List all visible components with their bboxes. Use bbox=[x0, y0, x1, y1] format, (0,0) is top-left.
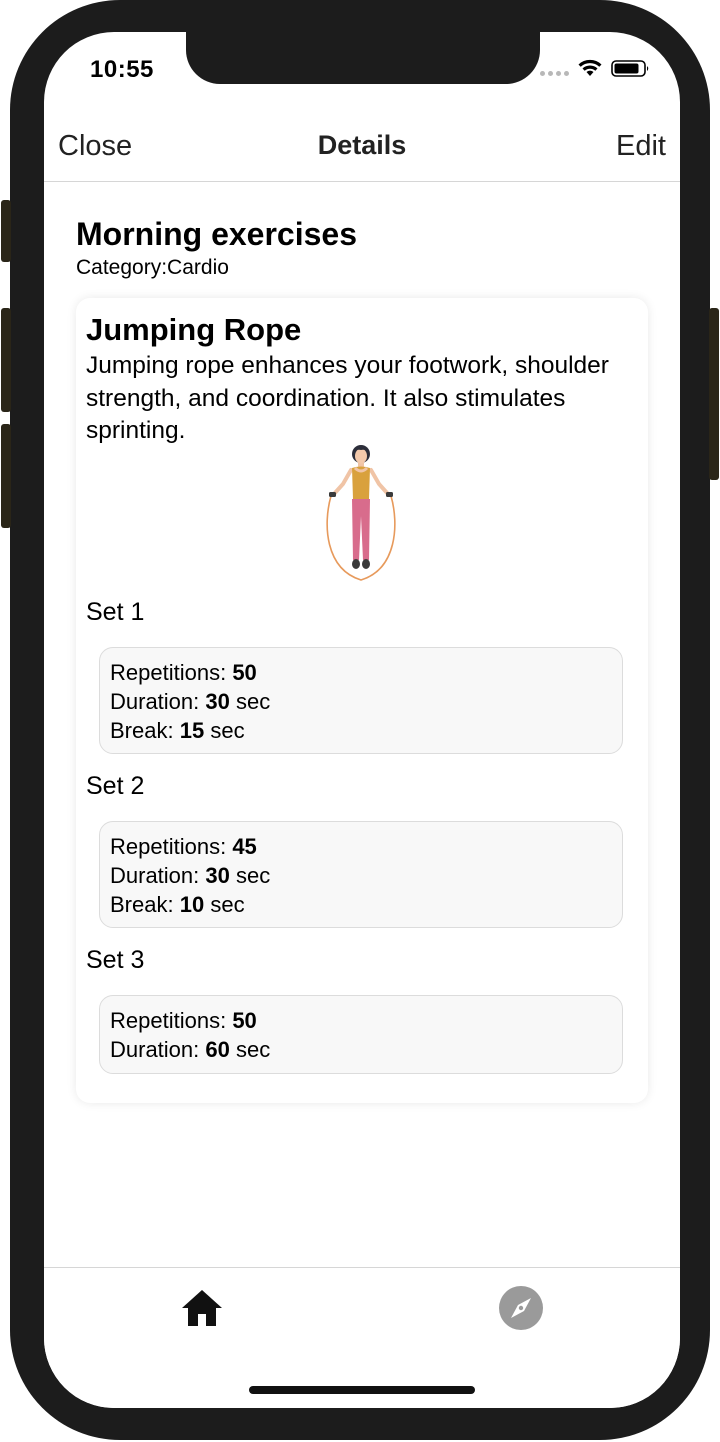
repetitions-row: Repetitions: 50 bbox=[110, 1008, 257, 1033]
duration-row: Duration: 60 sec bbox=[110, 1037, 271, 1062]
duration-row: Duration: 30 sec bbox=[110, 689, 271, 714]
home-icon[interactable] bbox=[180, 1288, 224, 1328]
duration-value: 30 bbox=[205, 863, 230, 888]
set-label: Set 2 bbox=[86, 772, 145, 800]
cellular-signal-icon bbox=[540, 58, 569, 78]
workout-category: Category:Cardio bbox=[76, 256, 229, 280]
page-title: Details bbox=[317, 130, 407, 160]
edit-button[interactable]: Edit bbox=[616, 130, 666, 163]
repetitions-row: Repetitions: 45 bbox=[110, 834, 257, 859]
set-label: Set 3 bbox=[86, 946, 145, 974]
duration-row: Duration: 30 sec bbox=[110, 863, 271, 888]
compass-icon[interactable] bbox=[498, 1285, 544, 1331]
volume-up-button bbox=[1, 308, 11, 412]
navigation-bar: Close Details Edit bbox=[44, 122, 680, 182]
exercise-description: Jumping rope enhances your footwork, sho… bbox=[86, 352, 609, 444]
category-label: Category: bbox=[76, 256, 168, 279]
device-notch bbox=[186, 32, 540, 84]
break-row: Break: 10 sec bbox=[110, 892, 245, 917]
workout-title: Morning exercises bbox=[76, 216, 357, 252]
exercise-card: Jumping Rope Jumping rope enhances your … bbox=[76, 298, 648, 1103]
woman-jumping-rope-illustration bbox=[326, 445, 396, 581]
status-time: 10:55 bbox=[90, 56, 154, 83]
battery-icon bbox=[611, 60, 649, 77]
repetitions-value: 50 bbox=[232, 660, 257, 685]
repetitions-row: Repetitions: 50 bbox=[110, 660, 257, 685]
category-value: Cardio bbox=[167, 256, 229, 279]
wifi-icon bbox=[578, 59, 602, 76]
set-details: Repetitions: 50 Duration: 60 sec bbox=[99, 995, 623, 1074]
app-screen: 10:55 Close Details Edit Morning exercis… bbox=[44, 32, 680, 1408]
status-indicators bbox=[540, 58, 651, 78]
duration-value: 60 bbox=[205, 1037, 230, 1062]
volume-down-button bbox=[1, 424, 11, 528]
set-details: Repetitions: 50 Duration: 30 sec Break: … bbox=[99, 647, 623, 754]
duration-value: 30 bbox=[205, 689, 230, 714]
set-details: Repetitions: 45 Duration: 30 sec Break: … bbox=[99, 821, 623, 928]
break-value: 10 bbox=[179, 892, 205, 917]
home-indicator[interactable] bbox=[249, 1386, 475, 1394]
break-value: 15 bbox=[179, 718, 205, 743]
power-button bbox=[709, 308, 719, 480]
silent-switch bbox=[1, 200, 11, 262]
set-label: Set 1 bbox=[86, 598, 145, 626]
repetitions-value: 45 bbox=[232, 834, 257, 859]
repetitions-value: 50 bbox=[232, 1008, 257, 1033]
exercise-name: Jumping Rope bbox=[86, 312, 302, 347]
break-row: Break: 15 sec bbox=[110, 718, 245, 743]
